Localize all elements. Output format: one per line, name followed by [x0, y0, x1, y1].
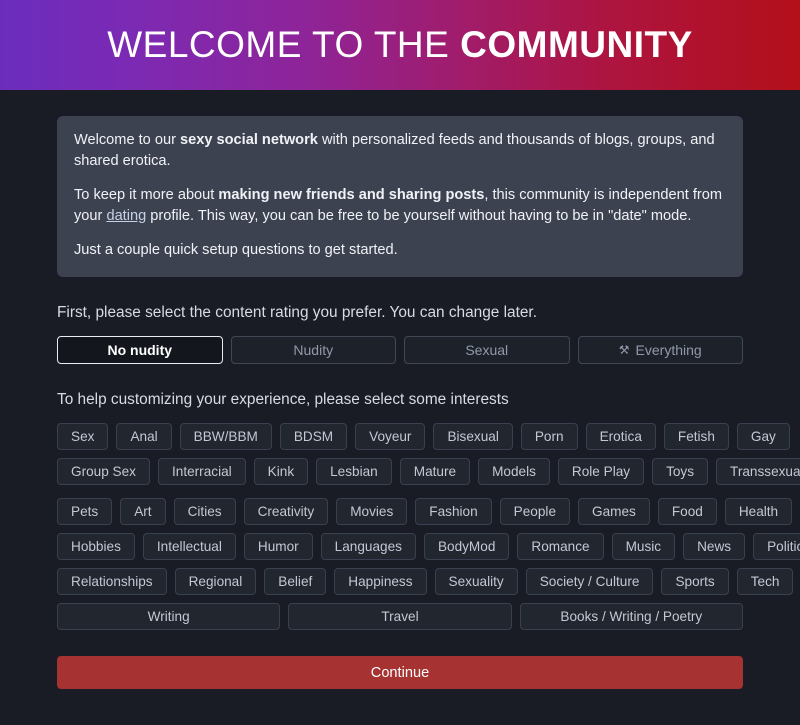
interest-tag[interactable]: Movies: [336, 498, 408, 525]
interest-tag[interactable]: Belief: [264, 568, 327, 595]
interest-tag[interactable]: Role Play: [557, 458, 645, 485]
interest-tag[interactable]: Transsexuality: [716, 458, 800, 485]
interest-tag[interactable]: Sexuality: [434, 568, 518, 595]
interest-tag[interactable]: People: [499, 498, 570, 525]
tag-row: Sex Anal BBW/BBM BDSM Voyeur Bisexual Porn Erot…: [57, 423, 790, 450]
rating-prompt: First, please select the content rating …: [57, 304, 537, 321]
interest-tag[interactable]: Health: [724, 498, 793, 525]
rating-option-nudity[interactable]: Nudity: [230, 336, 396, 364]
interest-tag[interactable]: BDSM: [279, 423, 348, 450]
interest-tag[interactable]: Kink: [253, 458, 309, 485]
interest-tag[interactable]: Hobbies: [57, 533, 135, 560]
interest-tag[interactable]: Bisexual: [433, 423, 513, 450]
interest-tag[interactable]: Cities: [173, 498, 236, 525]
tag-row: Group Sex Interracial Kink Lesbian Mature Mod…: [57, 458, 800, 485]
info-p2-text-a: To keep it more about: [74, 187, 219, 203]
interest-tag[interactable]: BodyMod: [423, 533, 510, 560]
interest-tag[interactable]: News: [683, 533, 746, 560]
tag-row: Hobbies Intellectual Humor Languages BodyMod…: [57, 533, 800, 560]
key-icon: ⚒: [618, 343, 630, 357]
interest-tag[interactable]: Group Sex: [57, 458, 150, 485]
rating-option-everything[interactable]: ⚒ Everything: [577, 336, 743, 364]
interest-tag[interactable]: BBW/BBM: [179, 423, 272, 450]
interest-tag[interactable]: Creativity: [243, 498, 329, 525]
rating-options-row: No nudity Nudity Sexual ⚒ Everything: [57, 336, 743, 364]
dating-link[interactable]: dating: [106, 208, 146, 224]
interest-tag[interactable]: Voyeur: [355, 423, 426, 450]
rating-option-no-nudity[interactable]: No nudity: [57, 336, 223, 364]
rating-option-label: Sexual: [465, 342, 509, 358]
interest-tag[interactable]: Erotica: [585, 423, 656, 450]
page-title: WELCOME TO THE COMMUNITY: [107, 24, 693, 66]
info-paragraph-1: Welcome to our sexy social network with …: [74, 130, 726, 172]
page-body: Welcome to our sexy social network with …: [0, 116, 800, 689]
interest-tag[interactable]: Gay: [736, 423, 790, 450]
page-title-light: WELCOME TO THE: [107, 24, 461, 65]
welcome-info-panel: Welcome to our sexy social network with …: [57, 116, 743, 277]
interest-tag[interactable]: Interracial: [157, 458, 246, 485]
interest-tag[interactable]: Mature: [399, 458, 471, 485]
tag-row: Pets Art Cities Creativity Movies Fashion Peop…: [57, 498, 793, 525]
welcome-banner: WELCOME TO THE COMMUNITY: [0, 0, 800, 90]
info-paragraph-2: To keep it more about making new friends…: [74, 185, 726, 227]
group-divider: [57, 485, 743, 498]
interest-tag[interactable]: Music: [611, 533, 676, 560]
info-paragraph-3: Just a couple quick setup questions to g…: [74, 242, 398, 258]
info-p1-text-a: Welcome to our: [74, 132, 180, 148]
rating-option-label: Nudity: [293, 342, 334, 358]
interest-group-general: Pets Art Cities Creativity Movies Fashion Peop…: [57, 498, 800, 630]
rating-option-label: Everything: [635, 342, 702, 358]
interest-tag[interactable]: Society / Culture: [525, 568, 654, 595]
interest-tag[interactable]: Games: [578, 498, 650, 525]
interest-tag[interactable]: Models: [478, 458, 550, 485]
interest-tag[interactable]: Romance: [517, 533, 604, 560]
interest-tag[interactable]: Sports: [661, 568, 729, 595]
interest-tag[interactable]: Fashion: [415, 498, 492, 525]
interest-tag[interactable]: Tech: [736, 568, 794, 595]
info-p2-text-d: profile. This way, you can be free to be…: [146, 208, 692, 224]
interest-tag[interactable]: Anal: [116, 423, 172, 450]
rating-option-label: No nudity: [107, 342, 173, 358]
page-title-bold: COMMUNITY: [460, 24, 693, 65]
interest-tag[interactable]: Fetish: [663, 423, 729, 450]
interest-tag[interactable]: Humor: [243, 533, 313, 560]
interest-tag[interactable]: Books / Writing / Poetry: [519, 603, 743, 630]
continue-button[interactable]: Continue: [57, 656, 743, 689]
interest-tag[interactable]: Languages: [320, 533, 416, 560]
interest-tag[interactable]: Sex: [57, 423, 109, 450]
interest-tag[interactable]: Food: [657, 498, 717, 525]
interest-tag[interactable]: Travel: [288, 603, 512, 630]
interest-tag[interactable]: Intellectual: [142, 533, 236, 560]
interest-tag[interactable]: Writing: [57, 603, 281, 630]
interest-tag[interactable]: Relationships: [57, 568, 167, 595]
interest-tag[interactable]: Toys: [652, 458, 709, 485]
interest-tag[interactable]: Pets: [57, 498, 113, 525]
info-p2-strong: making new friends and sharing posts: [218, 187, 485, 203]
tag-row: Writing Travel Books / Writing / Poetry: [57, 603, 743, 630]
interests-prompt: To help customizing your experience, ple…: [57, 391, 509, 408]
interest-tag[interactable]: Porn: [520, 423, 578, 450]
tag-row: Relationships Regional Belief Happiness Sexu…: [57, 568, 794, 595]
rating-option-sexual[interactable]: Sexual: [404, 336, 570, 364]
interest-tag[interactable]: Happiness: [334, 568, 427, 595]
info-p1-strong: sexy social network: [179, 132, 318, 148]
interest-tag[interactable]: Art: [120, 498, 166, 525]
interest-tag[interactable]: Politics: [753, 533, 800, 560]
interest-tag[interactable]: Regional: [174, 568, 257, 595]
interest-group-adult: Sex Anal BBW/BBM BDSM Voyeur Bisexual Porn Erot…: [57, 423, 800, 485]
interest-tag[interactable]: Lesbian: [316, 458, 392, 485]
